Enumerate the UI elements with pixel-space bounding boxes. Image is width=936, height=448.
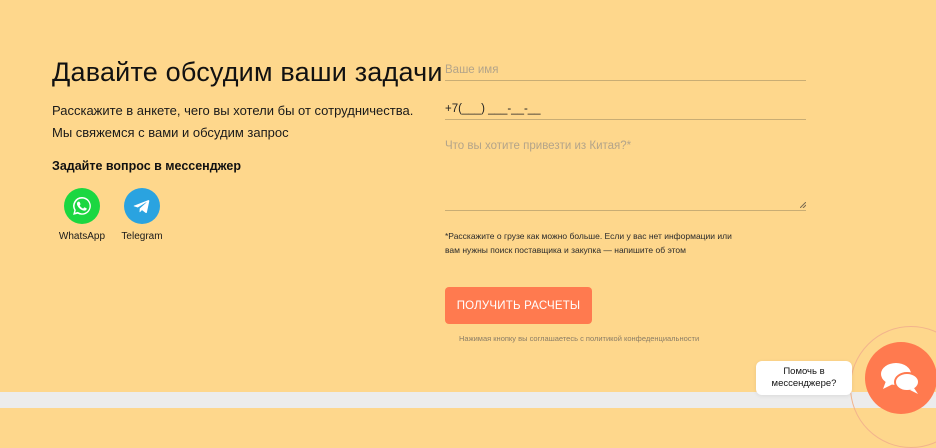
whatsapp-icon [64, 188, 100, 224]
chat-bubbles-icon [878, 357, 924, 400]
message-textarea[interactable] [445, 138, 806, 211]
resize-grip-icon[interactable] [800, 202, 806, 208]
phone-input[interactable] [445, 99, 806, 120]
messenger-heading: Задайте вопрос в мессенджер [52, 159, 241, 173]
telegram-label: Telegram [121, 231, 163, 242]
whatsapp-link[interactable]: WhatsApp [52, 188, 112, 242]
whatsapp-label: WhatsApp [58, 231, 106, 242]
get-quote-button[interactable]: ПОЛУЧИТЬ РАСЧЕТЫ [445, 287, 592, 324]
name-input[interactable] [445, 60, 806, 81]
help-widget-bubble[interactable]: Помочь в мессенджере? [756, 361, 852, 395]
telegram-icon [124, 188, 160, 224]
page-title: Давайте обсудим ваши задачи [52, 57, 443, 87]
section-description: Расскажите в анкете, чего вы хотели бы о… [52, 103, 414, 140]
contact-section: Давайте обсудим ваши задачи Расскажите в… [0, 0, 936, 392]
telegram-link[interactable]: Telegram [112, 188, 172, 242]
privacy-notice: Нажимая кнопку вы соглашаетесь с политик… [459, 334, 700, 343]
form-note: *Расскажите о грузе как можно больше. Ес… [445, 231, 732, 255]
help-widget-button[interactable] [865, 342, 936, 414]
